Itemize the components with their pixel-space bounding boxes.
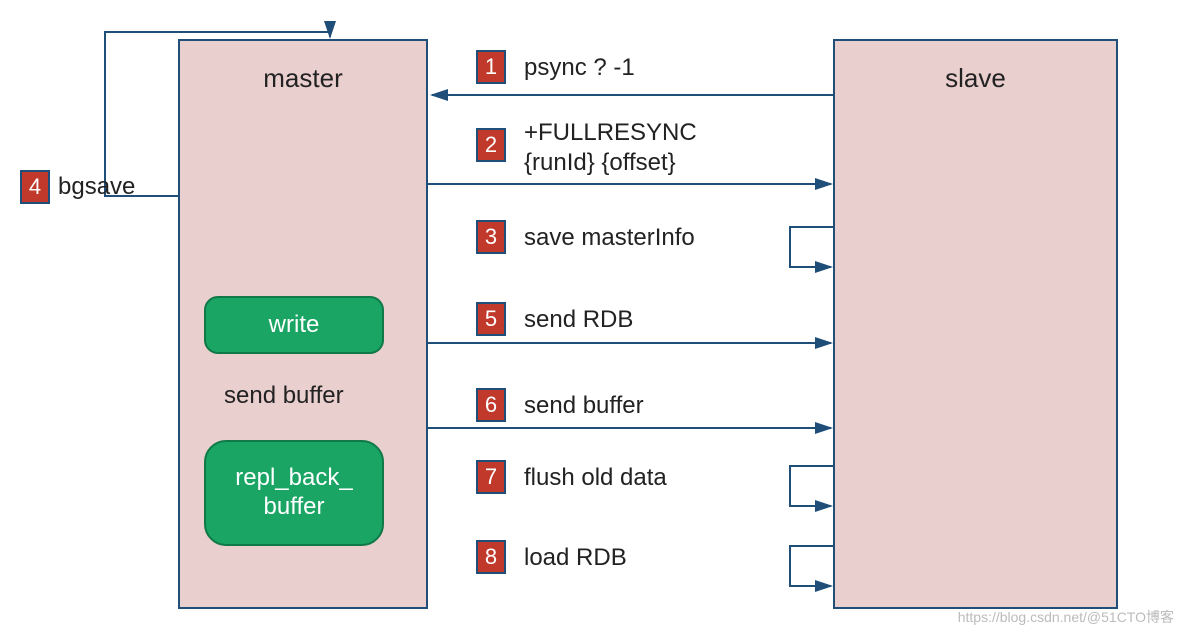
step-1-number: 1 <box>476 50 506 84</box>
step-3-label: save masterInfo <box>524 223 695 253</box>
step-6-label: send buffer <box>524 391 644 421</box>
step-2-label: +FULLRESYNC {runId} {offset} <box>524 118 697 178</box>
diagram-canvas: master slave write repl_back_ buffer sen… <box>0 0 1184 633</box>
step-1-label: psync ? -1 <box>524 53 635 83</box>
step-7-label: flush old data <box>524 463 667 493</box>
step-7-number: 7 <box>476 460 506 494</box>
step-4-number: 4 <box>20 170 50 204</box>
slave-node: slave <box>833 39 1118 609</box>
slave-title: slave <box>835 63 1116 94</box>
step-5-number: 5 <box>476 302 506 336</box>
repl-back-buffer-box: repl_back_ buffer <box>204 440 384 546</box>
watermark-text: https://blog.csdn.net/@51CTO博客 <box>958 607 1174 627</box>
step-6-number: 6 <box>476 388 506 422</box>
step-8-number: 8 <box>476 540 506 574</box>
inner-send-buffer-label: send buffer <box>224 382 344 410</box>
step-4-label: bgsave <box>58 172 135 202</box>
repl-back-buffer-label: repl_back_ buffer <box>235 464 352 522</box>
write-box: write <box>204 296 384 354</box>
step-2-number: 2 <box>476 128 506 162</box>
step-8-label: load RDB <box>524 543 627 573</box>
write-box-label: write <box>269 311 320 340</box>
step-5-label: send RDB <box>524 305 633 335</box>
step-3-number: 3 <box>476 220 506 254</box>
master-title: master <box>180 63 426 94</box>
